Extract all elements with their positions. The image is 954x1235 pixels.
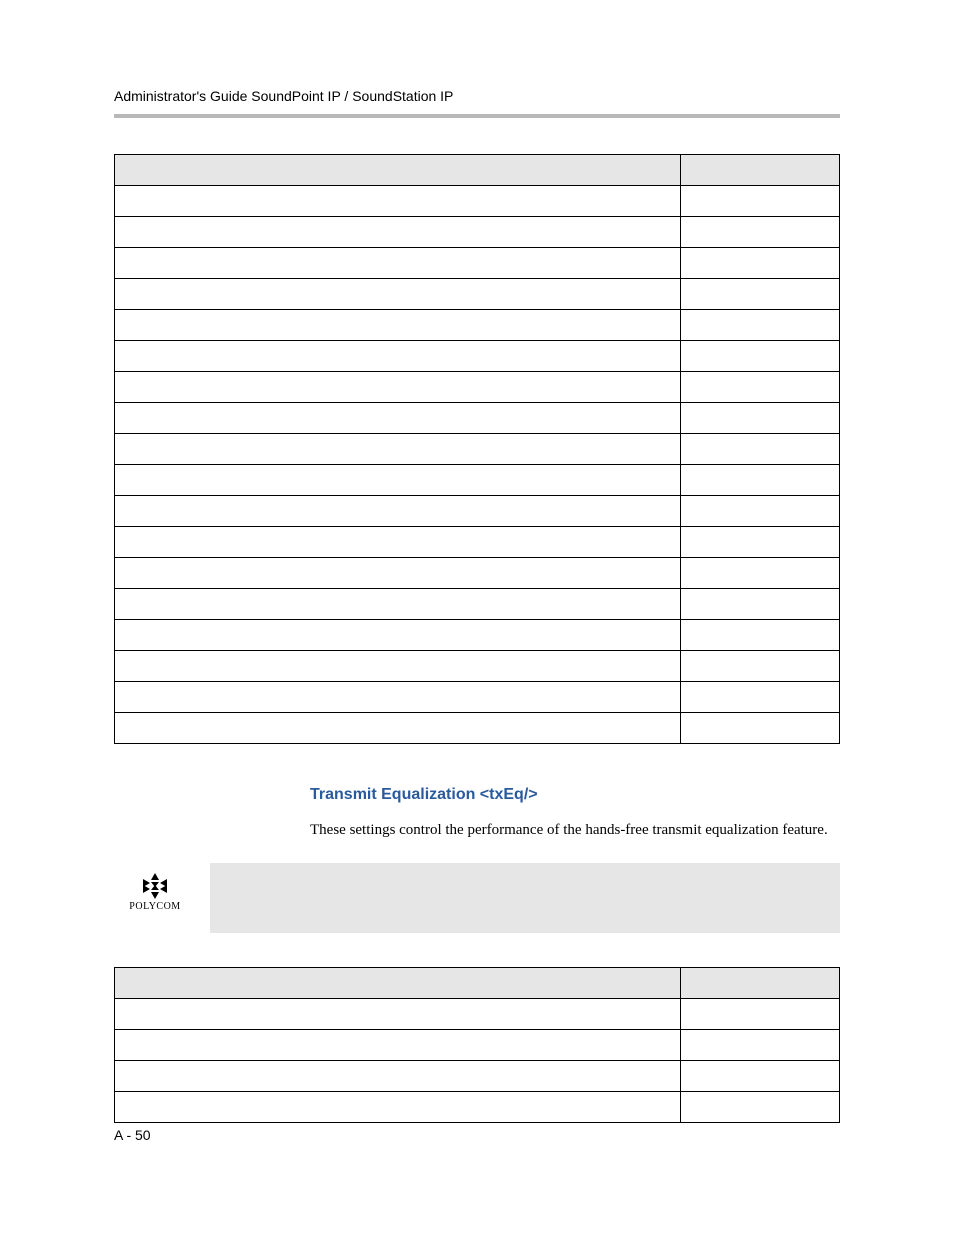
table-cell bbox=[681, 186, 840, 217]
table-row bbox=[115, 999, 840, 1030]
table-cell bbox=[115, 1030, 681, 1061]
table-cell bbox=[681, 713, 840, 744]
table-row bbox=[115, 1092, 840, 1123]
table-cell bbox=[681, 279, 840, 310]
table-header-row bbox=[115, 968, 840, 999]
document-page: Administrator's Guide SoundPoint IP / So… bbox=[0, 0, 954, 1235]
table-cell bbox=[681, 999, 840, 1030]
table-cell bbox=[115, 1061, 681, 1092]
table-cell bbox=[115, 372, 681, 403]
table-cell bbox=[115, 434, 681, 465]
table-header-cell bbox=[115, 968, 681, 999]
section-body-text: These settings control the performance o… bbox=[310, 820, 840, 841]
table-row bbox=[115, 558, 840, 589]
polycom-logo-icon bbox=[141, 873, 169, 899]
table-cell bbox=[681, 1092, 840, 1123]
table-row bbox=[115, 465, 840, 496]
polycom-logo-label: POLYCOM bbox=[129, 901, 180, 912]
table-cell bbox=[115, 248, 681, 279]
table-header-cell bbox=[681, 155, 840, 186]
table-row bbox=[115, 1061, 840, 1092]
table-cell bbox=[681, 1030, 840, 1061]
table-row bbox=[115, 496, 840, 527]
table-row bbox=[115, 217, 840, 248]
table-cell bbox=[115, 620, 681, 651]
table-row bbox=[115, 310, 840, 341]
table-cell bbox=[115, 589, 681, 620]
table-row bbox=[115, 341, 840, 372]
table-cell bbox=[115, 496, 681, 527]
table-row bbox=[115, 682, 840, 713]
table-row bbox=[115, 1030, 840, 1061]
table-cell bbox=[115, 279, 681, 310]
header-rule bbox=[114, 114, 840, 118]
table-cell bbox=[115, 527, 681, 558]
table-cell bbox=[115, 341, 681, 372]
table-header-cell bbox=[115, 155, 681, 186]
note-body bbox=[210, 863, 840, 933]
table-cell bbox=[681, 372, 840, 403]
table-cell bbox=[681, 620, 840, 651]
table-cell bbox=[115, 713, 681, 744]
table-cell bbox=[681, 651, 840, 682]
table-row bbox=[115, 651, 840, 682]
table-cell bbox=[681, 589, 840, 620]
table-cell bbox=[115, 186, 681, 217]
table-row bbox=[115, 434, 840, 465]
table-row bbox=[115, 279, 840, 310]
table-cell bbox=[681, 558, 840, 589]
section-title: Transmit Equalization <txEq/> bbox=[310, 786, 840, 804]
table-cell bbox=[681, 682, 840, 713]
table-cell bbox=[681, 217, 840, 248]
polycom-logo: POLYCOM bbox=[114, 863, 196, 912]
settings-table-1 bbox=[114, 154, 840, 744]
table-row bbox=[115, 527, 840, 558]
table-row bbox=[115, 620, 840, 651]
table-cell bbox=[681, 341, 840, 372]
table-cell bbox=[115, 403, 681, 434]
page-number: A - 50 bbox=[114, 1127, 151, 1143]
table-cell bbox=[115, 310, 681, 341]
table-row bbox=[115, 248, 840, 279]
table-cell bbox=[115, 217, 681, 248]
table-cell bbox=[681, 527, 840, 558]
table-cell bbox=[115, 558, 681, 589]
running-header: Administrator's Guide SoundPoint IP / So… bbox=[114, 88, 840, 104]
table-cell bbox=[115, 999, 681, 1030]
table-row bbox=[115, 713, 840, 744]
settings-table-2 bbox=[114, 967, 840, 1123]
note-block: POLYCOM bbox=[114, 863, 840, 933]
table-row bbox=[115, 589, 840, 620]
table-cell bbox=[115, 651, 681, 682]
table-cell bbox=[681, 310, 840, 341]
table-cell bbox=[681, 248, 840, 279]
table-cell bbox=[115, 1092, 681, 1123]
table-cell bbox=[681, 496, 840, 527]
table-cell bbox=[115, 465, 681, 496]
table-cell bbox=[681, 465, 840, 496]
table-row bbox=[115, 186, 840, 217]
table-cell bbox=[681, 434, 840, 465]
table-cell bbox=[115, 682, 681, 713]
table-row bbox=[115, 372, 840, 403]
table-header-cell bbox=[681, 968, 840, 999]
section-transmit-equalization: Transmit Equalization <txEq/> These sett… bbox=[310, 786, 840, 841]
table-header-row bbox=[115, 155, 840, 186]
table-cell bbox=[681, 403, 840, 434]
table-row bbox=[115, 403, 840, 434]
table-cell bbox=[681, 1061, 840, 1092]
